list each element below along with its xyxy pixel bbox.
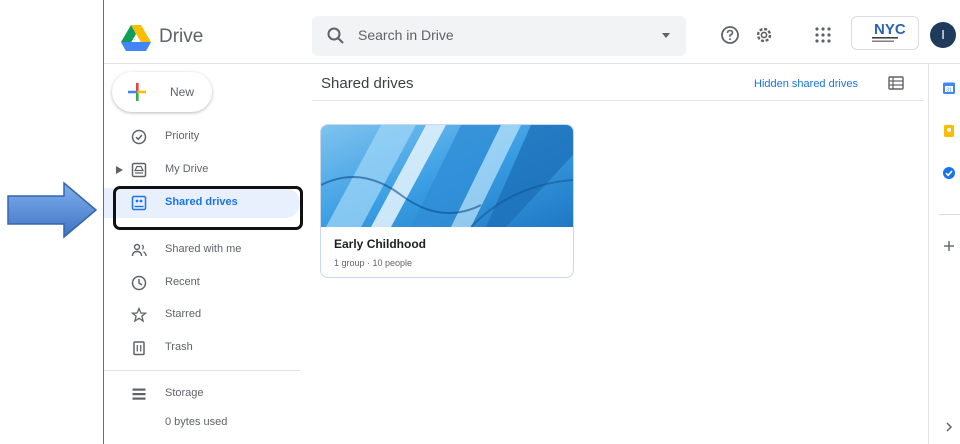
sidebar-divider	[104, 370, 300, 371]
new-button-label: New	[170, 85, 195, 99]
my-drive-icon	[131, 162, 147, 178]
search-options-icon[interactable]	[660, 29, 672, 41]
storage-icon	[132, 388, 146, 400]
main-divider	[312, 100, 924, 101]
sidebar-item-storage[interactable]: Storage	[104, 379, 300, 409]
sidebar-item-label: Priority	[165, 130, 200, 142]
app-name: Drive	[159, 26, 204, 47]
list-view-icon[interactable]	[888, 76, 904, 90]
side-panel-rail: 31	[928, 64, 960, 444]
plus-icon	[128, 83, 146, 101]
settings-gear-icon[interactable]	[753, 24, 775, 46]
search-input[interactable]: Search in Drive	[358, 27, 454, 43]
drive-card-title: Early Childhood	[334, 237, 427, 251]
priority-check-icon	[131, 129, 147, 145]
sidebar-item-label: Starred	[165, 308, 202, 320]
sidebar-item-label: Storage	[165, 387, 204, 399]
sidebar-item-label: Trash	[165, 341, 193, 353]
storage-used-text: 0 bytes used	[165, 416, 228, 428]
tasks-icon[interactable]	[942, 166, 956, 180]
search-icon[interactable]	[326, 26, 346, 46]
annotation-arrow	[7, 181, 98, 239]
sidebar-item-label: Recent	[165, 276, 200, 288]
organization-badge[interactable]: NYC	[851, 16, 919, 50]
annotation-highlight-box	[113, 186, 303, 230]
rail-divider	[939, 214, 960, 215]
drive-thumbnail-image	[321, 125, 573, 227]
add-addon-icon[interactable]	[942, 239, 956, 253]
drive-card-members: 1 group · 10 people	[334, 258, 413, 268]
drive-window: Drive Search in Drive NYC I New Priority…	[103, 0, 960, 444]
nyc-doe-logo-icon: NYC	[872, 21, 906, 42]
people-icon	[131, 243, 147, 257]
sidebar-item-label: Shared with me	[165, 243, 242, 255]
sidebar-item-label: My Drive	[165, 163, 209, 175]
sidebar-item-shared-with-me[interactable]: Shared with me	[104, 235, 300, 265]
sidebar-item-recent[interactable]: Recent	[104, 268, 300, 298]
org-badge-text: NYC	[874, 21, 906, 38]
clock-icon	[131, 275, 147, 291]
chevron-right-icon[interactable]	[942, 420, 956, 434]
new-button[interactable]: New	[112, 72, 212, 112]
search-bar[interactable]: Search in Drive	[312, 16, 686, 56]
hidden-shared-drives-link[interactable]: Hidden shared drives	[754, 78, 858, 90]
sidebar-item-priority[interactable]: Priority	[104, 122, 300, 152]
top-bar: Drive Search in Drive NYC I	[104, 0, 960, 64]
star-icon	[131, 307, 147, 323]
account-avatar[interactable]: I	[930, 22, 956, 48]
sidebar-item-trash[interactable]: Trash	[104, 333, 300, 363]
drive-logo-icon	[121, 25, 151, 51]
page-title: Shared drives	[321, 75, 414, 92]
expand-arrow-icon[interactable]	[116, 166, 123, 174]
sidebar-item-starred[interactable]: Starred	[104, 300, 300, 330]
sidebar-item-my-drive[interactable]: My Drive	[104, 155, 300, 185]
keep-notes-icon[interactable]	[942, 124, 956, 138]
calendar-icon[interactable]: 31	[942, 81, 956, 95]
trash-icon	[133, 341, 145, 356]
help-icon[interactable]	[719, 24, 741, 46]
shared-drive-card[interactable]: Early Childhood 1 group · 10 people	[320, 124, 574, 278]
apps-grid-icon[interactable]	[812, 24, 834, 46]
svg-text:31: 31	[946, 87, 952, 93]
